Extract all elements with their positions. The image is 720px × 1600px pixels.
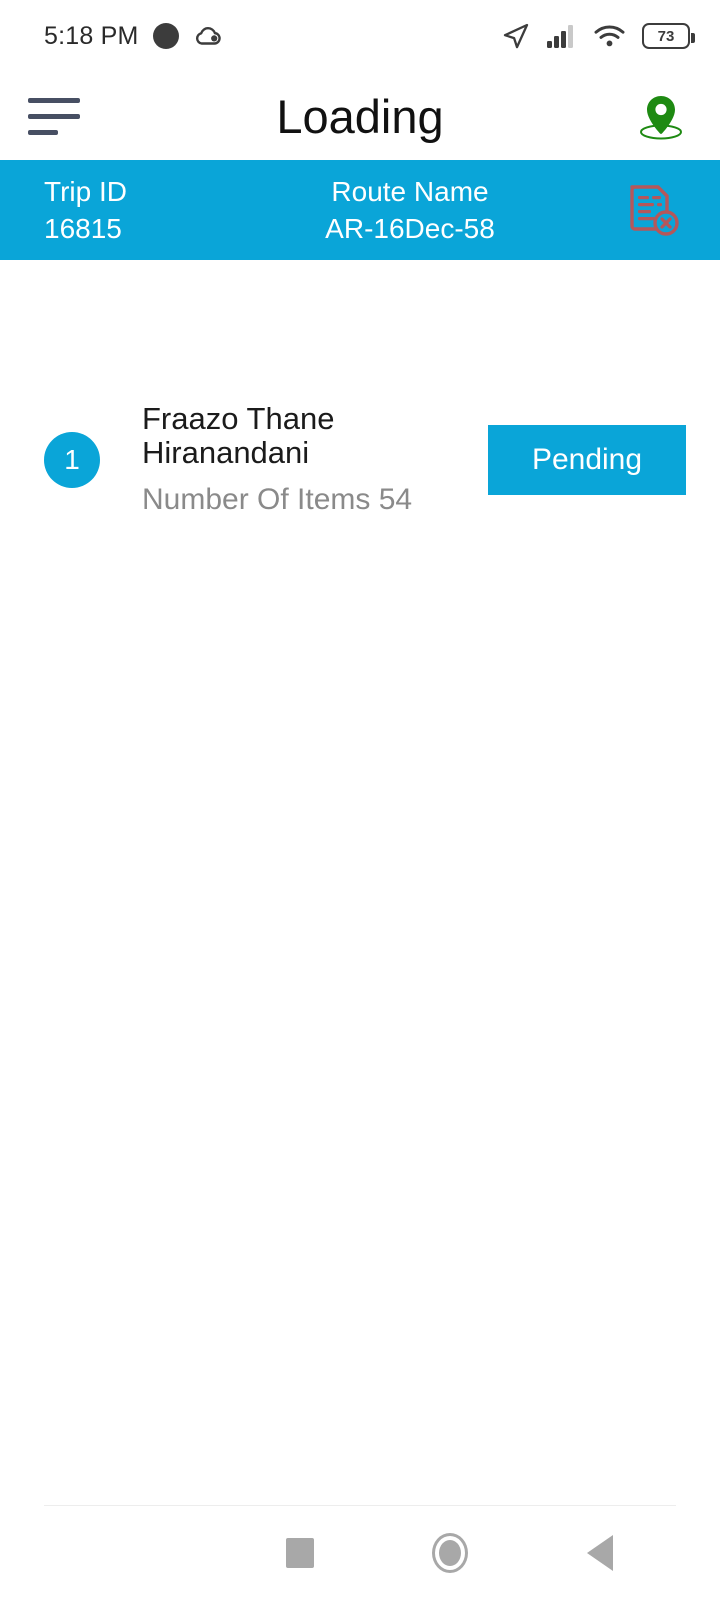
android-nav-bar [0, 1506, 720, 1600]
status-bar: 5:18 PM 73 [0, 0, 720, 72]
stop-title: Fraazo Thane Hiranandani [142, 400, 335, 471]
document-cancel-icon[interactable] [612, 160, 692, 260]
list-item[interactable]: 1 Fraazo Thane Hiranandani Number Of Ite… [0, 400, 720, 520]
stop-index-badge: 1 [44, 432, 100, 488]
stop-list: 1 Fraazo Thane Hiranandani Number Of Ite… [0, 260, 720, 1505]
map-pin-icon[interactable] [630, 85, 692, 147]
hamburger-menu-icon[interactable] [28, 93, 84, 139]
trip-id-value: 16815 [44, 212, 122, 244]
status-bar-left: 5:18 PM [44, 22, 223, 51]
cloud-icon [193, 24, 223, 48]
trip-id-block: Trip ID 16815 [0, 160, 260, 260]
cellular-signal-icon [547, 24, 577, 48]
hamburger-line-3 [28, 129, 58, 135]
route-name-block: Route Name AR-16Dec-58 [260, 160, 560, 260]
hamburger-line-2 [28, 113, 80, 119]
route-name-label: Route Name [331, 175, 489, 207]
stop-item-count: Number Of Items 54 [142, 482, 413, 516]
recents-glyph [286, 1538, 314, 1568]
status-bar-clock: 5:18 PM [44, 21, 139, 50]
trip-id-label: Trip ID [44, 175, 127, 207]
home-glyph [432, 1533, 468, 1573]
trip-info-bar: Trip ID 16815 Route Name AR-16Dec-58 [0, 160, 720, 260]
navigation-arrow-icon [502, 22, 530, 50]
status-badge-pending[interactable]: Pending [488, 425, 686, 495]
page-title: Loading [276, 89, 444, 143]
app-screen: 5:18 PM 73 Loading Trip ID 16815 Route N… [0, 0, 720, 1600]
square-recents-icon[interactable] [225, 1506, 375, 1600]
status-bar-right: 73 [502, 22, 695, 50]
hamburger-line-1 [28, 97, 80, 103]
circle-filled-icon [152, 23, 179, 49]
triangle-back-icon[interactable] [525, 1506, 675, 1600]
route-name-value: AR-16Dec-58 [325, 212, 495, 244]
battery-level-text: 73 [657, 27, 675, 45]
circle-home-icon[interactable] [375, 1506, 525, 1600]
wifi-icon [594, 24, 625, 48]
back-glyph [587, 1535, 613, 1571]
battery-icon: 73 [642, 23, 695, 49]
app-bar: Loading [0, 72, 720, 160]
stop-text-block: Fraazo Thane Hiranandani Number Of Items… [100, 400, 488, 519]
